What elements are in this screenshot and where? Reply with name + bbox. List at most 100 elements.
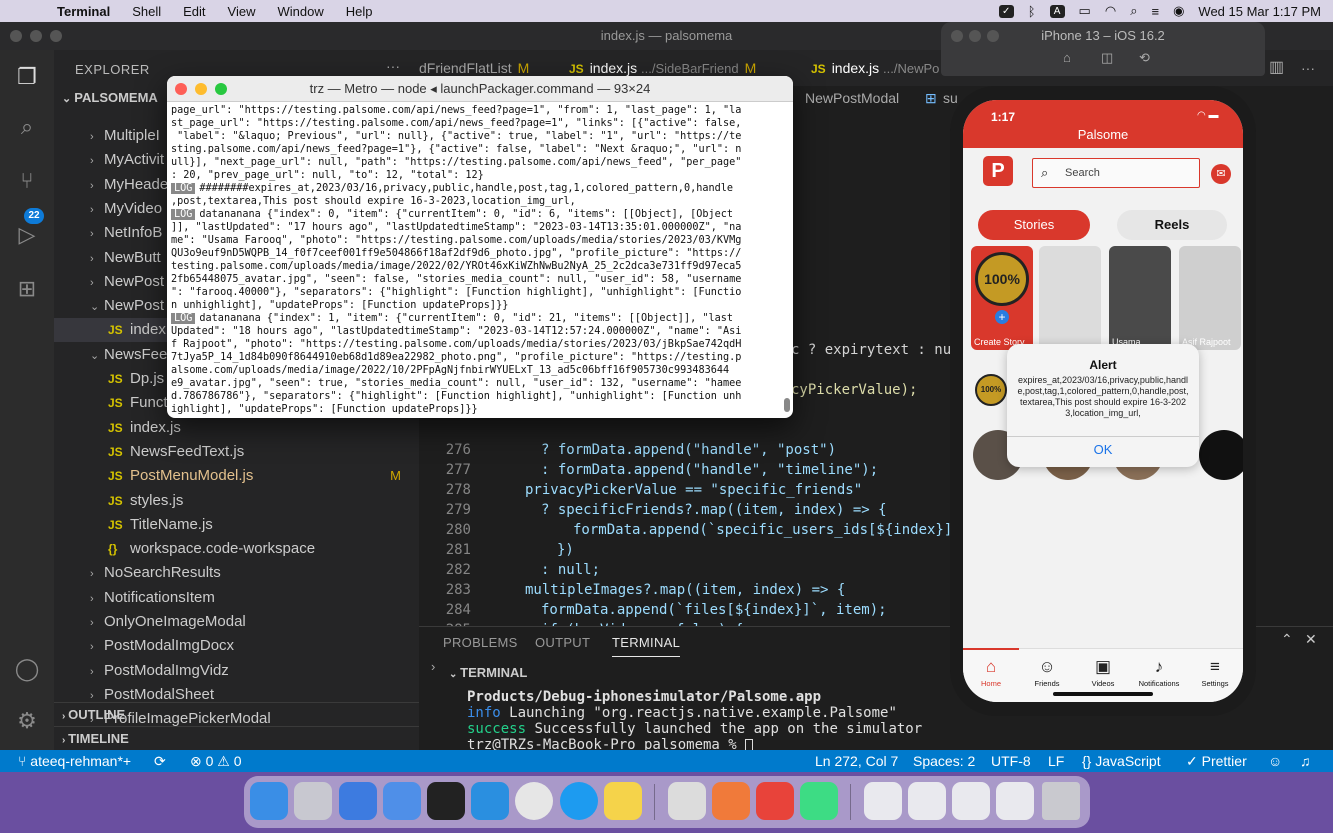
terminal-close-button[interactable]: [175, 83, 187, 95]
line-ending[interactable]: LF: [1048, 750, 1064, 772]
tree-item[interactable]: JS NewsFeedText.js: [54, 440, 419, 464]
sim-home-icon[interactable]: ⌂: [1063, 50, 1071, 65]
checkbox-status-icon[interactable]: ✓: [998, 4, 1014, 18]
tree-item[interactable]: › NoSearchResults: [54, 561, 419, 585]
menu-edit[interactable]: Edit: [172, 4, 216, 19]
tree-item[interactable]: JS index.js: [54, 416, 419, 440]
search-input[interactable]: ⌕ Search: [1032, 158, 1200, 188]
tree-item[interactable]: › NotificationsItem: [54, 586, 419, 610]
tree-item[interactable]: › OnlyOneImageModal: [54, 610, 419, 634]
branch-status[interactable]: ⑂ ateeq-rehman*+: [18, 750, 131, 772]
bluetooth-icon[interactable]: ᛒ: [1028, 4, 1036, 19]
minimized-window-icon[interactable]: [996, 782, 1034, 820]
encoding[interactable]: UTF-8: [991, 750, 1031, 772]
input-source-icon[interactable]: A: [1049, 4, 1065, 18]
project-root-folder[interactable]: ⌄ PALSOMEMA: [62, 90, 158, 105]
launchpad-icon[interactable]: [294, 782, 332, 820]
minimized-window-icon[interactable]: [952, 782, 990, 820]
wifi-icon[interactable]: ◠: [1105, 3, 1116, 19]
spotlight-search-icon[interactable]: ⌕: [1130, 3, 1137, 19]
menu-window[interactable]: Window: [267, 4, 335, 19]
problems-status[interactable]: ⊗ 0 ⚠ 0: [190, 750, 242, 772]
prettier-status[interactable]: ✓ Prettier: [1186, 750, 1247, 772]
trash-icon[interactable]: [1042, 782, 1080, 820]
post-avatar-image[interactable]: 100%: [975, 374, 1007, 406]
friend-avatar[interactable]: [1199, 430, 1243, 480]
notifications-bell-icon[interactable]: ♫: [1300, 750, 1311, 772]
maximize-panel-icon[interactable]: ⌃: [1281, 631, 1293, 648]
terminal-output[interactable]: page_url": "https://testing.palsome.com/…: [171, 104, 777, 416]
menu-view[interactable]: View: [217, 4, 267, 19]
xcode-icon[interactable]: [383, 782, 421, 820]
menu-shell[interactable]: Shell: [121, 4, 172, 19]
window-minimize-button[interactable]: [30, 30, 42, 42]
app-logo-icon[interactable]: P: [983, 156, 1013, 186]
window-zoom-button[interactable]: [50, 30, 62, 42]
tree-item[interactable]: › PostModalImgDocx: [54, 634, 419, 658]
pen-app-icon[interactable]: [712, 782, 750, 820]
reels-button[interactable]: Reels: [1117, 210, 1227, 240]
tree-item[interactable]: JS styles.js: [54, 489, 419, 513]
story-card[interactable]: Usama: [1109, 246, 1171, 350]
minimized-window-icon[interactable]: [864, 782, 902, 820]
panel-collapse-icon[interactable]: ›: [431, 659, 435, 674]
sync-icon[interactable]: ⟳: [154, 750, 166, 772]
tab-terminal[interactable]: TERMINAL: [612, 635, 681, 657]
nav-videos[interactable]: ▣ Videos: [1075, 657, 1131, 688]
control-center-icon[interactable]: ≡: [1151, 4, 1159, 19]
chrome-icon[interactable]: [515, 782, 553, 820]
menubar-clock[interactable]: Wed 15 Mar 1:17 PM: [1198, 4, 1321, 19]
nav-home[interactable]: ⌂ Home: [963, 657, 1019, 688]
tree-item[interactable]: JS TitleName.js: [54, 513, 419, 537]
tab-output[interactable]: OUTPUT: [535, 635, 590, 650]
source-control-icon[interactable]: ⑂: [14, 168, 40, 194]
preview-icon[interactable]: [668, 782, 706, 820]
simulator-icon[interactable]: [339, 782, 377, 820]
run-debug-icon[interactable]: ▷: [14, 222, 40, 248]
sim-screenshot-icon[interactable]: ◫: [1101, 50, 1113, 66]
tab-newpost-index[interactable]: JS index.js .../NewPo: [811, 50, 939, 86]
menu-terminal[interactable]: Terminal: [46, 4, 121, 19]
terminal-zoom-button[interactable]: [215, 83, 227, 95]
outline-section[interactable]: › OUTLINE: [54, 702, 419, 726]
alert-ok-button[interactable]: OK: [1007, 442, 1199, 457]
tab-problems[interactable]: PROBLEMS: [443, 635, 518, 650]
vscode-icon[interactable]: [471, 782, 509, 820]
siri-icon[interactable]: ◉: [1173, 3, 1184, 19]
battery-icon[interactable]: ▭: [1079, 3, 1091, 19]
terminal-icon[interactable]: [427, 782, 465, 820]
menu-help[interactable]: Help: [335, 4, 384, 19]
settings-gear-icon[interactable]: ⚙: [14, 708, 40, 734]
notes-icon[interactable]: [604, 782, 642, 820]
tree-item[interactable]: JS PostMenuModel.js M: [54, 464, 419, 488]
explorer-icon[interactable]: ❐: [14, 64, 40, 90]
nav-notifications[interactable]: ♪ Notifications: [1131, 657, 1187, 688]
editor-more-icon[interactable]: ···: [1301, 50, 1315, 86]
git-client-icon[interactable]: [756, 782, 794, 820]
split-editor-icon[interactable]: ▥: [1269, 50, 1284, 86]
terminal-scrollbar[interactable]: [784, 398, 790, 412]
extensions-icon[interactable]: ⊞: [14, 276, 40, 302]
nav-friends[interactable]: ☺ Friends: [1019, 657, 1075, 688]
android-studio-icon[interactable]: [800, 782, 838, 820]
cursor-position[interactable]: Ln 272, Col 7: [815, 750, 898, 772]
finder-icon[interactable]: [250, 782, 288, 820]
close-panel-icon[interactable]: ✕: [1305, 631, 1317, 648]
messenger-icon[interactable]: ✉: [1211, 164, 1231, 184]
tree-item[interactable]: › PostModalImgVidz: [54, 659, 419, 683]
feedback-icon[interactable]: ☺: [1268, 750, 1282, 772]
skype-icon[interactable]: [560, 782, 598, 820]
breadcrumb-component[interactable]: NewPostModal: [805, 86, 899, 110]
window-close-button[interactable]: [10, 30, 22, 42]
nav-settings[interactable]: ≡ Settings: [1187, 657, 1243, 688]
create-story-card[interactable]: 100% + Create Story: [971, 246, 1033, 350]
sim-rotate-icon[interactable]: ⟲: [1139, 50, 1150, 66]
minimized-window-icon[interactable]: [908, 782, 946, 820]
tree-item[interactable]: {} workspace.code-workspace: [54, 537, 419, 561]
terminal-minimize-button[interactable]: [195, 83, 207, 95]
story-card[interactable]: Asif Rajpoot: [1179, 246, 1241, 350]
search-icon[interactable]: ⌕: [14, 114, 40, 140]
breadcrumb-symbol[interactable]: su: [943, 86, 958, 110]
language-mode[interactable]: {} JavaScript: [1082, 750, 1161, 772]
account-icon[interactable]: ◯: [14, 656, 40, 682]
